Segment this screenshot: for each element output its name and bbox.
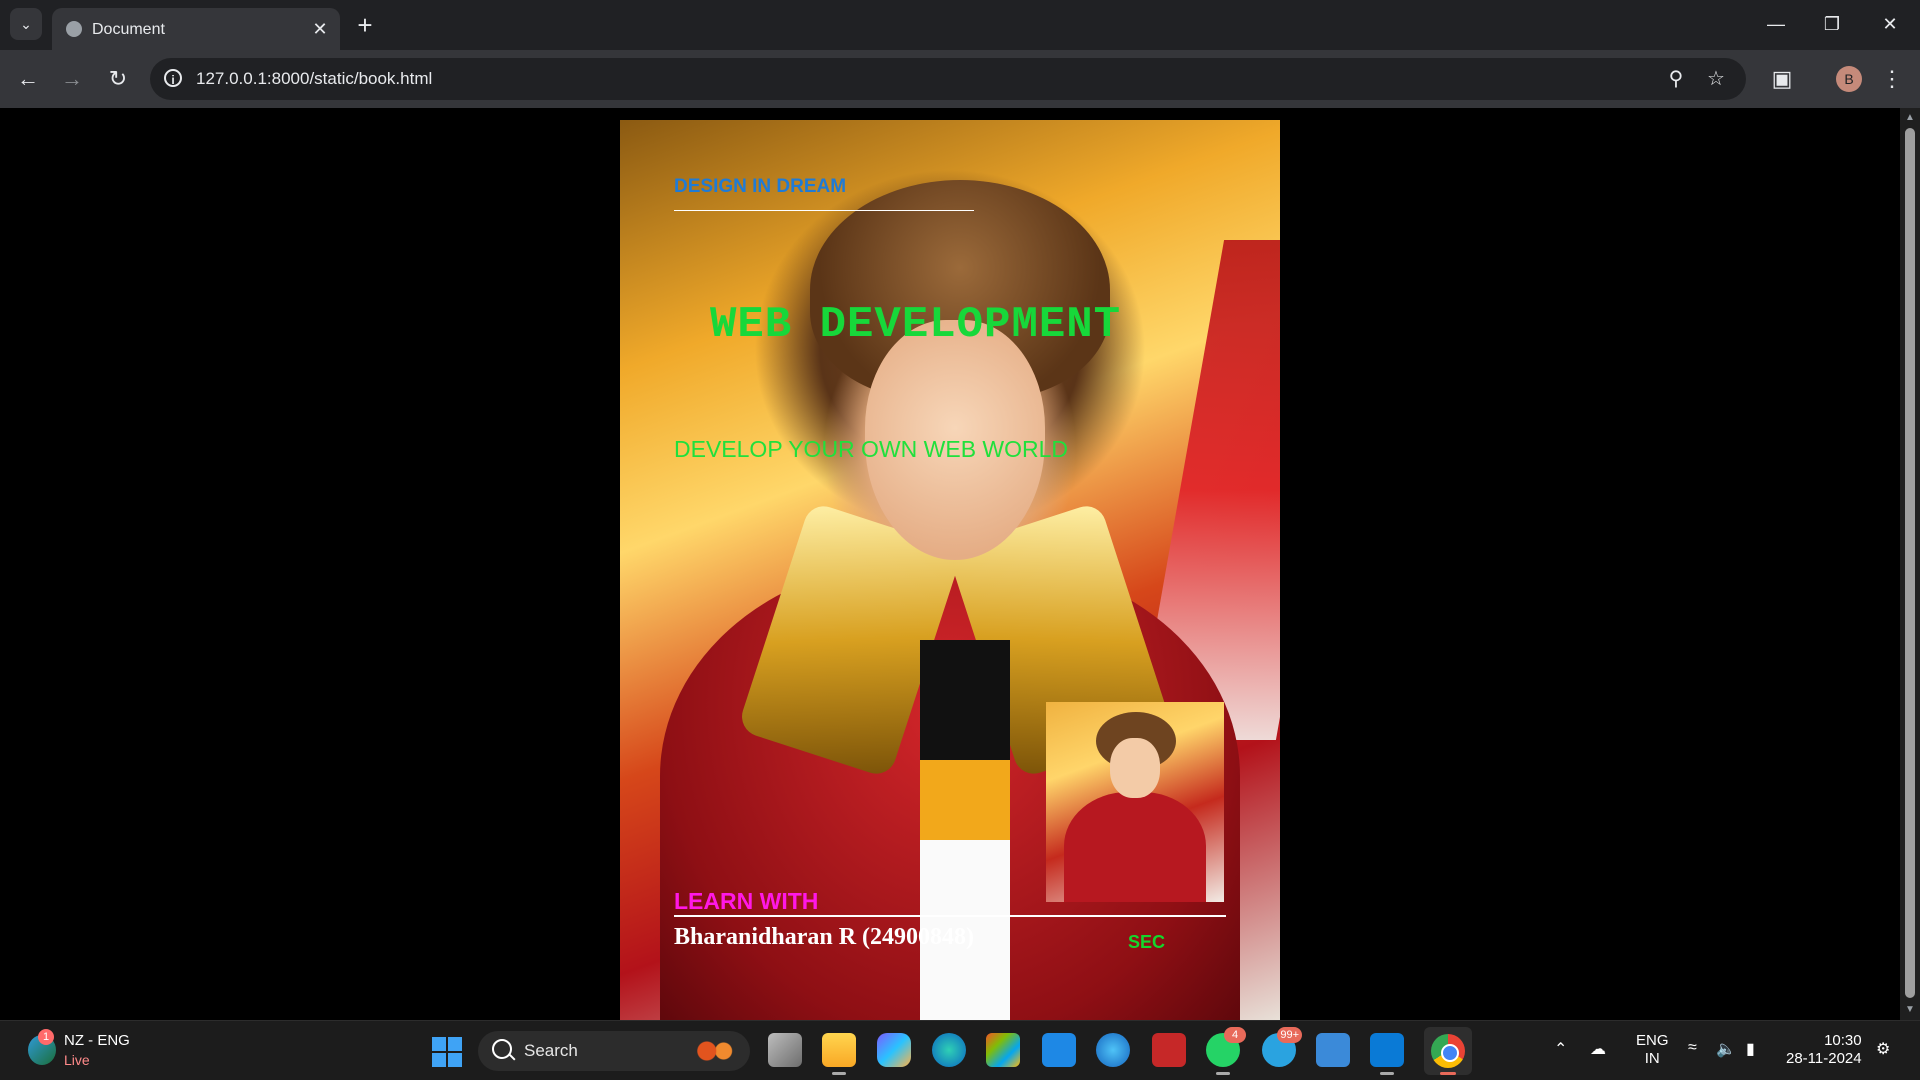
learn-with-label: LEARN WITH [674, 888, 819, 914]
book-cover: DESIGN IN DREAM WEB DEVELOPMENT DEVELOP … [620, 120, 1280, 1020]
weather-title[interactable]: NZ - ENG [64, 1032, 130, 1049]
task-view-icon[interactable] [768, 1033, 802, 1067]
get-help-icon[interactable] [1096, 1033, 1130, 1067]
edge-icon[interactable] [932, 1033, 966, 1067]
file-explorer-icon[interactable] [822, 1033, 856, 1075]
book-title: WEB DEVELOPMENT [710, 300, 1122, 350]
search-highlight-icon [690, 1039, 738, 1063]
clock[interactable]: 10:30 28-11-2024 [1786, 1032, 1862, 1068]
windows-taskbar: 1 NZ - ENG Live Search 4 99+ ⌃ ☁ ENG IN … [0, 1020, 1920, 1080]
notepad-icon[interactable] [1316, 1033, 1350, 1067]
thumb-body [1064, 792, 1206, 902]
clock-date: 28-11-2024 [1786, 1050, 1862, 1067]
copilot-icon[interactable] [877, 1033, 911, 1067]
new-tab-button[interactable]: + [352, 12, 378, 38]
tab-title: Document [92, 21, 165, 38]
cover-thumbnail-image [1046, 702, 1224, 902]
language-indicator[interactable]: ENG IN [1636, 1032, 1669, 1068]
chrome-taskbar-button[interactable] [1424, 1027, 1472, 1075]
whatsapp-badge: 4 [1224, 1027, 1246, 1043]
book-subtitle: DEVELOP YOUR OWN WEB WORLD [674, 436, 1069, 462]
tab-strip: ⌄ Document ✕ + — ❐ ✕ [0, 0, 1920, 50]
language-line-2: IN [1644, 1050, 1660, 1067]
volume-icon[interactable]: 🔈 [1716, 1039, 1736, 1059]
taskbar-search-box[interactable]: Search [478, 1031, 750, 1071]
cover-illustration-shirt [920, 640, 1010, 1020]
vscode-icon[interactable] [1370, 1033, 1404, 1075]
bookmark-star-icon[interactable]: ☆ [1704, 67, 1728, 91]
close-tab-icon[interactable]: ✕ [308, 17, 332, 41]
extensions-icon[interactable]: ▣ [1766, 63, 1798, 95]
series-label: DESIGN IN DREAM [674, 176, 847, 197]
active-indicator [1440, 1072, 1456, 1075]
author-name: Bharanidharan R (24900848) [674, 924, 975, 950]
wifi-icon[interactable]: ≈ [1688, 1039, 1697, 1057]
language-line-1: ENG [1636, 1032, 1669, 1049]
battery-icon[interactable]: ▮ [1746, 1039, 1755, 1059]
close-window-button[interactable]: ✕ [1870, 8, 1910, 40]
chrome-icon-center [1441, 1044, 1459, 1062]
restore-button[interactable]: ❐ [1812, 8, 1852, 40]
profile-avatar[interactable]: B [1836, 66, 1862, 92]
author-divider [674, 915, 1226, 917]
weather-badge: 1 [38, 1029, 54, 1045]
url-text[interactable]: 127.0.0.1:8000/static/book.html [196, 69, 432, 89]
vertical-scrollbar[interactable]: ▲ ▼ [1900, 108, 1920, 1020]
chevron-down-icon: ⌄ [20, 15, 32, 32]
menu-kebab-icon[interactable]: ⋮ [1876, 63, 1908, 95]
windows-start-icon[interactable] [432, 1037, 462, 1067]
weather-status[interactable]: Live [64, 1052, 90, 1068]
address-bar[interactable]: i 127.0.0.1:8000/static/book.html ⚲ ☆ [150, 58, 1746, 100]
page-viewport: DESIGN IN DREAM WEB DEVELOPMENT DEVELOP … [0, 108, 1900, 1020]
browser-toolbar: ← → ↻ i 127.0.0.1:8000/static/book.html … [0, 50, 1920, 108]
myhp-icon[interactable] [1042, 1033, 1076, 1067]
back-button[interactable]: ← [12, 63, 44, 95]
telegram-badge: 99+ [1277, 1027, 1302, 1043]
globe-icon [66, 21, 82, 37]
series-divider [674, 210, 974, 211]
forward-button[interactable]: → [56, 63, 88, 95]
microsoft-store-icon[interactable] [986, 1033, 1020, 1067]
telegram-icon[interactable]: 99+ [1262, 1027, 1302, 1067]
whatsapp-icon[interactable]: 4 [1206, 1027, 1246, 1075]
thumb-face [1110, 738, 1160, 798]
scrollbar-thumb[interactable] [1905, 128, 1915, 998]
show-hidden-icons-chevron-up-icon[interactable]: ⌃ [1554, 1039, 1567, 1059]
zoom-icon[interactable]: ⚲ [1664, 67, 1688, 91]
tab-search-button[interactable]: ⌄ [10, 8, 42, 40]
reload-button[interactable]: ↻ [102, 63, 134, 95]
clock-time: 10:30 [1824, 1032, 1862, 1049]
onedrive-icon[interactable]: ☁ [1590, 1039, 1606, 1059]
sec-label: SEC [1128, 932, 1166, 952]
tab-document[interactable]: Document ✕ [52, 8, 340, 50]
minimize-button[interactable]: — [1756, 8, 1796, 40]
search-icon [492, 1039, 512, 1059]
search-placeholder: Search [524, 1041, 578, 1060]
notifications-icon[interactable]: ⚙ [1876, 1039, 1890, 1059]
mcafee-icon[interactable] [1152, 1033, 1186, 1067]
scroll-down-arrow-icon[interactable]: ▼ [1900, 1004, 1920, 1018]
scroll-up-arrow-icon[interactable]: ▲ [1900, 112, 1920, 126]
site-info-icon[interactable]: i [164, 69, 182, 87]
